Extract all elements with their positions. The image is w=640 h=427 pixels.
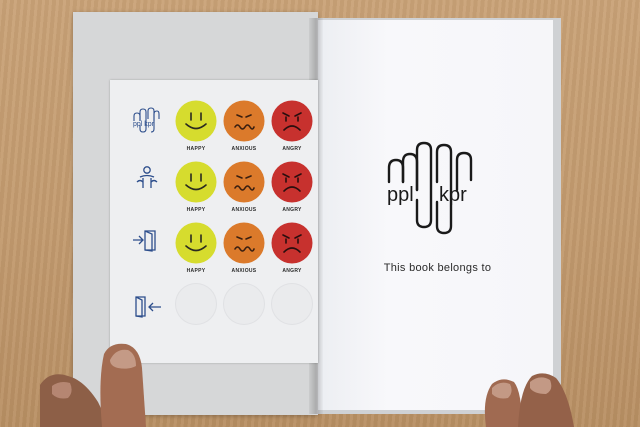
happy-sticker: [175, 100, 217, 142]
sticker-label: HAPPY: [186, 207, 206, 213]
ppl-kpr-logo: ppl kpr: [385, 140, 480, 240]
paperclip-logo-icon: ppl kpr: [387, 141, 473, 235]
empty-sticker-spot: [175, 283, 217, 325]
angry-sticker: [271, 161, 313, 203]
happy-sticker: [175, 161, 217, 203]
sticker-label: ANGRY: [282, 146, 302, 152]
sticker-label: HAPPY: [186, 146, 206, 152]
enter-door-icon: [132, 228, 160, 257]
angry-sticker: [271, 222, 313, 264]
sticker-label: HAPPY: [186, 268, 206, 274]
logo-text-left: ppl: [387, 184, 414, 206]
sticker-sheet: ppl kpr HAPPY ANXIOUS ANGRY HAPPY ANXIOU…: [110, 80, 318, 363]
sticker-label: ANXIOUS: [231, 146, 257, 152]
sticker-label: ANXIOUS: [231, 207, 257, 213]
exit-door-icon: [134, 295, 162, 324]
sticker-label: ANGRY: [282, 268, 302, 274]
empty-sticker-spot: [271, 283, 313, 325]
book-owner-text: This book belongs to: [383, 262, 492, 274]
sticker-label: ANGRY: [282, 207, 302, 213]
happy-sticker: [175, 222, 217, 264]
sticker-label: ANXIOUS: [231, 268, 257, 274]
angry-sticker: [271, 100, 313, 142]
person-icon: [135, 165, 159, 196]
anxious-sticker: [223, 100, 265, 142]
left-hand: [40, 343, 146, 427]
empty-sticker-spot: [223, 283, 265, 325]
right-hand: [484, 373, 574, 427]
svg-text:ppl kpr: ppl kpr: [133, 121, 155, 128]
mini-logo-icon: ppl kpr: [132, 107, 160, 138]
anxious-sticker: [223, 161, 265, 203]
logo-text-right: kpr: [439, 184, 467, 206]
anxious-sticker: [223, 222, 265, 264]
